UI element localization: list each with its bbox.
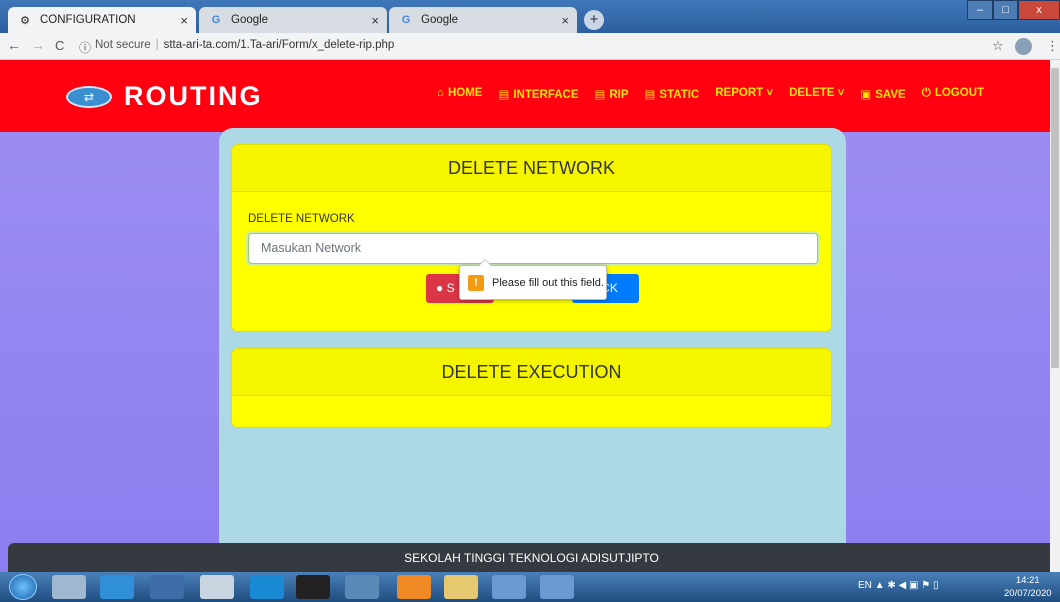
site-navbar: ⇄ ROUTING ⌂ HOME ▤ INTERFACE ▤ RIP ▤ STATIC … xyxy=(0,60,1060,132)
snipping-tool-icon[interactable] xyxy=(200,575,234,599)
close-window-button[interactable]: x xyxy=(1018,0,1060,20)
chrome-icon[interactable] xyxy=(492,575,526,599)
router-logo-icon: ⇄ xyxy=(66,85,112,108)
menu-label: INTERFACE xyxy=(513,89,579,101)
main-menu: ⌂ HOME ▤ INTERFACE ▤ RIP ▤ STATIC REPORT ˅ D… xyxy=(437,87,1000,101)
menu-logout[interactable]: ⏻ LOGOUT xyxy=(922,87,984,101)
delete-network-label: DELETE NETWORK xyxy=(248,213,355,225)
list-icon: ▤ xyxy=(594,89,606,101)
exclamation-icon: ● xyxy=(436,281,447,295)
minimize-button[interactable]: – xyxy=(967,0,993,20)
site-info-icon[interactable]: ⓘ xyxy=(79,39,91,56)
forward-button[interactable]: → xyxy=(31,37,45,53)
url-text: stta-ari-ta.com/1.Ta-ari/Form/x_delete-r… xyxy=(163,39,395,51)
maximize-button[interactable]: □ xyxy=(993,0,1018,20)
google-icon: G xyxy=(211,14,221,26)
sublime-text-icon[interactable] xyxy=(397,575,431,599)
power-icon: ⏻ xyxy=(921,87,931,99)
tab-google-2[interactable]: G Google × xyxy=(389,7,577,33)
card-title: DELETE EXECUTION xyxy=(232,349,831,396)
home-icon: ⌂ xyxy=(437,87,444,99)
menu-interface[interactable]: ▤ INTERFACE xyxy=(498,87,578,101)
content-container: DELETE NETWORK DELETE NETWORK Masukan Ne… xyxy=(219,128,846,572)
tab-title: Google xyxy=(231,14,269,26)
page-scrollbar[interactable] xyxy=(1050,60,1060,572)
scrollbar-thumb[interactable] xyxy=(1051,68,1059,368)
bookmark-star-icon[interactable]: ☆ xyxy=(992,38,1004,54)
tab-close-icon[interactable]: × xyxy=(561,13,569,28)
menu-report[interactable]: REPORT ˅ xyxy=(715,87,773,101)
menu-save[interactable]: ▣ SAVE xyxy=(860,87,905,101)
windows-taskbar: EN ▲ ✱ ◀ ▣ ⚑ ▯ 14:21 20/07/2020 xyxy=(0,572,1060,602)
app-icon[interactable] xyxy=(250,575,284,599)
list-icon: ▤ xyxy=(644,89,656,101)
address-bar: ← → C ⓘ Not secure | stta-ari-ta.com/1.Ta-… xyxy=(0,33,1060,60)
validation-tooltip: ! Please fill out this field. xyxy=(459,259,607,300)
menu-home[interactable]: ⌂ HOME xyxy=(437,87,482,101)
site-footer: SEKOLAH TINGGI TEKNOLOGI ADISUTJIPTO xyxy=(8,543,1055,572)
submit-label: S xyxy=(446,281,455,295)
menu-label: HOME xyxy=(447,87,483,99)
google-icon: G xyxy=(401,14,411,26)
tab-title: Google xyxy=(421,14,459,26)
brand-title: ROUTING xyxy=(124,81,263,111)
menu-rip[interactable]: ▤ RIP xyxy=(595,87,629,101)
file-explorer-icon[interactable] xyxy=(444,575,478,599)
reload-button[interactable]: C xyxy=(55,38,64,53)
menu-label: RIP xyxy=(609,89,629,101)
tab-configuration[interactable]: ⚙ CONFIGURATION × xyxy=(8,7,196,33)
delete-network-card: DELETE NETWORK DELETE NETWORK Masukan Ne… xyxy=(231,144,832,332)
browser-app-icon[interactable] xyxy=(150,575,184,599)
back-button[interactable]: ← xyxy=(7,37,21,53)
start-button[interactable] xyxy=(9,574,37,600)
menu-label: LOGOUT xyxy=(934,87,985,99)
menu-static[interactable]: ▤ STATIC xyxy=(645,87,700,101)
paint-icon[interactable] xyxy=(540,575,574,599)
command-prompt-icon[interactable] xyxy=(296,575,330,599)
menu-delete[interactable]: DELETE ˅ xyxy=(789,87,844,101)
tab-close-icon[interactable]: × xyxy=(371,13,379,28)
tab-google-1[interactable]: G Google × xyxy=(199,7,387,33)
card-title: DELETE NETWORK xyxy=(232,145,831,192)
tab-title: CONFIGURATION xyxy=(40,14,136,26)
taskbar-clock[interactable]: 14:21 20/07/2020 xyxy=(1004,574,1052,600)
warning-icon: ! xyxy=(468,274,484,291)
telegram-icon[interactable] xyxy=(100,575,134,599)
network-input[interactable]: Masukan Network xyxy=(248,233,818,264)
new-tab-button[interactable]: + xyxy=(584,10,604,30)
menu-label: SAVE xyxy=(875,89,906,101)
tab-close-icon[interactable]: × xyxy=(180,13,188,28)
clock-date: 20/07/2020 xyxy=(1004,588,1052,599)
network-tool-icon[interactable] xyxy=(345,575,379,599)
menu-label: DELETE ˅ xyxy=(789,87,845,99)
browser-menu-icon[interactable]: ⋮ xyxy=(1046,38,1059,54)
menu-label: STATIC xyxy=(659,89,700,101)
url-field[interactable]: Not secure | stta-ari-ta.com/1.Ta-ari/Form… xyxy=(95,39,394,51)
language-indicator[interactable]: EN xyxy=(858,580,872,591)
list-icon: ▤ xyxy=(498,89,510,101)
system-tray: EN ▲ ✱ ◀ ▣ ⚑ ▯ xyxy=(858,580,938,591)
save-icon: ▣ xyxy=(860,89,872,101)
menu-label: REPORT ˅ xyxy=(715,87,774,99)
clock-time: 14:21 xyxy=(1015,575,1040,586)
tray-icons[interactable]: ▲ ✱ ◀ ▣ ⚑ ▯ xyxy=(875,580,939,591)
delete-execution-card: DELETE EXECUTION xyxy=(231,348,832,428)
tooltip-text: Please fill out this field. xyxy=(492,276,604,289)
calculator-icon[interactable] xyxy=(52,575,86,599)
not-secure-label: Not secure xyxy=(95,39,151,51)
browser-tab-strip: ⚙ CONFIGURATION × G Google × G Google × … xyxy=(0,0,1060,33)
site-favicon-icon: ⚙ xyxy=(20,14,30,27)
profile-avatar[interactable] xyxy=(1015,38,1032,55)
brand[interactable]: ⇄ ROUTING xyxy=(66,81,263,112)
web-page: ⇄ ROUTING ⌂ HOME ▤ INTERFACE ▤ RIP ▤ STATIC … xyxy=(0,60,1060,572)
